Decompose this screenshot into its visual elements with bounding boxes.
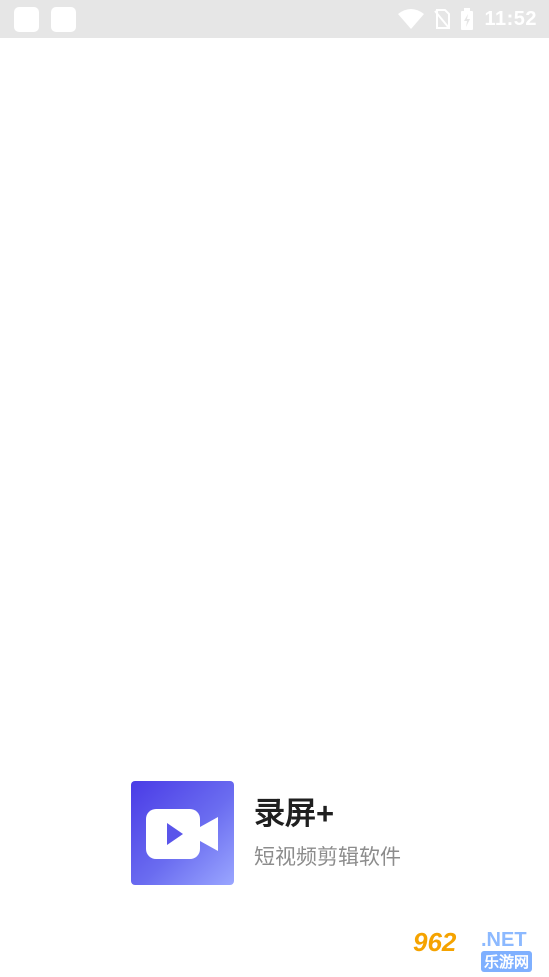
no-sim-icon <box>434 9 451 29</box>
status-bar: 11:52 <box>0 0 549 38</box>
notification-icon <box>14 7 39 32</box>
watermark-site-name: 乐游网 <box>481 951 533 972</box>
wifi-icon <box>398 9 425 29</box>
splash-branding: 录屏+ 短视频剪辑软件 <box>131 781 401 885</box>
app-tagline: 短视频剪辑软件 <box>254 846 401 869</box>
notification-icon <box>51 7 76 32</box>
watermark-logo: 962 .NET 乐游网 <box>407 927 543 973</box>
status-icons: 11:52 <box>398 0 537 38</box>
watermark-suffix: .NET <box>481 929 527 951</box>
app-logo <box>131 781 234 885</box>
battery-charging-icon <box>461 8 474 30</box>
watermark-number: 962 <box>413 927 457 957</box>
clock: 11:52 <box>484 7 537 30</box>
video-camera-icon <box>146 809 218 859</box>
app-name: 录屏+ <box>254 796 335 831</box>
